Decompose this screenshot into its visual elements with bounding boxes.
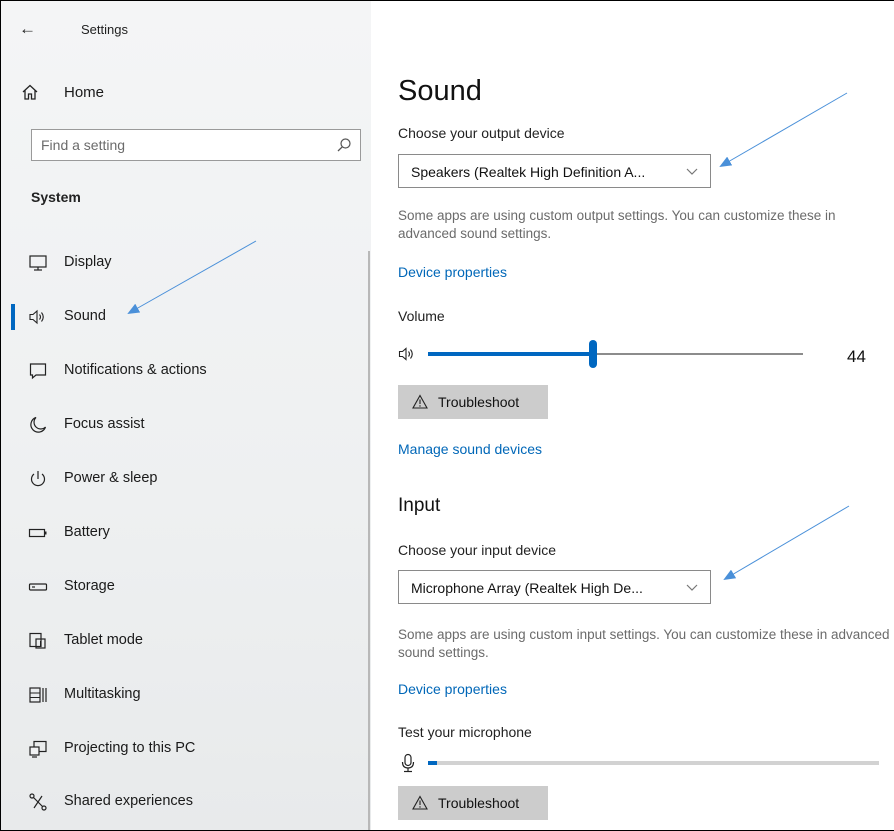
sidebar-item-storage[interactable]: Storage bbox=[1, 567, 371, 607]
microphone-icon bbox=[401, 753, 415, 773]
volume-icon[interactable] bbox=[398, 345, 418, 363]
output-device-dropdown[interactable]: Speakers (Realtek High Definition A... bbox=[398, 154, 711, 188]
sidebar-item-label: Tablet mode bbox=[64, 632, 143, 648]
warning-icon bbox=[412, 394, 428, 409]
microphone-level-meter bbox=[428, 761, 879, 765]
sidebar-item-label: Projecting to this PC bbox=[64, 740, 196, 756]
manage-sound-devices-link[interactable]: Manage sound devices bbox=[398, 441, 542, 457]
volume-slider[interactable] bbox=[428, 340, 803, 368]
battery-icon bbox=[28, 528, 47, 538]
sidebar-item-label: Focus assist bbox=[64, 416, 145, 432]
volume-value: 44 bbox=[847, 347, 866, 366]
sidebar-item-display[interactable]: Display bbox=[1, 243, 371, 283]
volume-slider-fill bbox=[428, 352, 593, 356]
input-device-label: Choose your input device bbox=[398, 542, 556, 558]
output-device-value: Speakers (Realtek High Definition A... bbox=[411, 164, 646, 180]
sidebar-item-battery[interactable]: Battery bbox=[1, 513, 371, 553]
sidebar-item-focus-assist[interactable]: Focus assist bbox=[1, 405, 371, 445]
sidebar-item-label: Storage bbox=[64, 578, 115, 594]
back-arrow-icon[interactable]: ← bbox=[19, 19, 36, 39]
moon-icon bbox=[30, 416, 47, 433]
volume-label: Volume bbox=[398, 308, 445, 324]
input-device-properties-link[interactable]: Device properties bbox=[398, 681, 507, 697]
sidebar-item-label: Sound bbox=[64, 308, 106, 324]
sidebar-item-notifications[interactable]: Notifications & actions bbox=[1, 351, 371, 391]
sidebar-item-shared-experiences[interactable]: Shared experiences bbox=[1, 782, 371, 822]
input-device-value: Microphone Array (Realtek High De... bbox=[411, 580, 643, 596]
chevron-down-icon bbox=[686, 584, 698, 591]
sidebar-item-label: Notifications & actions bbox=[64, 362, 207, 378]
sidebar-item-label: Power & sleep bbox=[64, 470, 158, 486]
window-title: Settings bbox=[81, 22, 128, 37]
sidebar-item-multitasking[interactable]: Multitasking bbox=[1, 675, 371, 715]
sidebar-item-power-sleep[interactable]: Power & sleep bbox=[1, 459, 371, 499]
troubleshoot-label: Troubleshoot bbox=[438, 394, 520, 410]
input-heading: Input bbox=[398, 495, 441, 516]
troubleshoot-label: Troubleshoot bbox=[438, 795, 520, 811]
storage-icon bbox=[28, 583, 48, 591]
notification-icon bbox=[29, 363, 47, 380]
power-icon bbox=[30, 471, 46, 487]
output-device-label: Choose your output device bbox=[398, 125, 565, 141]
sidebar-item-label: Display bbox=[64, 254, 112, 270]
microphone-level-fill bbox=[428, 761, 438, 765]
settings-window: ← Settings Home Find a setting System Di… bbox=[0, 0, 894, 831]
page-title: Sound bbox=[398, 75, 482, 107]
output-description: Some apps are using custom output settin… bbox=[398, 208, 836, 241]
search-icon[interactable] bbox=[336, 137, 352, 153]
warning-icon bbox=[412, 795, 428, 810]
search-input[interactable]: Find a setting bbox=[31, 129, 361, 161]
search-placeholder: Find a setting bbox=[41, 137, 126, 153]
sidebar-item-label: Multitasking bbox=[64, 686, 141, 702]
volume-slider-thumb[interactable] bbox=[589, 340, 597, 368]
sidebar-item-tablet-mode[interactable]: Tablet mode bbox=[1, 621, 371, 661]
home-icon bbox=[22, 84, 38, 100]
input-troubleshoot-button[interactable]: Troubleshoot bbox=[398, 786, 548, 820]
input-description: Some apps are using custom input setting… bbox=[398, 627, 890, 660]
multitasking-icon bbox=[29, 687, 47, 703]
test-microphone-label: Test your microphone bbox=[398, 724, 532, 740]
section-label-system: System bbox=[31, 189, 81, 205]
tablet-icon bbox=[29, 632, 46, 649]
sidebar-item-label: Battery bbox=[64, 524, 110, 540]
output-device-properties-link[interactable]: Device properties bbox=[398, 264, 507, 280]
input-device-dropdown[interactable]: Microphone Array (Realtek High De... bbox=[398, 570, 711, 604]
sidebar-item-label: Shared experiences bbox=[64, 793, 193, 809]
shared-experiences-icon bbox=[29, 793, 47, 811]
projecting-icon bbox=[29, 740, 47, 758]
sidebar-item-projecting[interactable]: Projecting to this PC bbox=[1, 729, 371, 769]
monitor-icon bbox=[29, 255, 47, 271]
speaker-icon bbox=[29, 309, 44, 325]
chevron-down-icon bbox=[686, 168, 698, 175]
sidebar: ← Settings Home Find a setting System Di… bbox=[1, 1, 371, 830]
sidebar-item-sound[interactable]: Sound bbox=[1, 297, 371, 337]
sidebar-scrollbar[interactable] bbox=[368, 251, 370, 830]
output-troubleshoot-button[interactable]: Troubleshoot bbox=[398, 385, 548, 419]
nav-home[interactable]: Home bbox=[64, 84, 104, 101]
active-indicator bbox=[11, 304, 15, 330]
